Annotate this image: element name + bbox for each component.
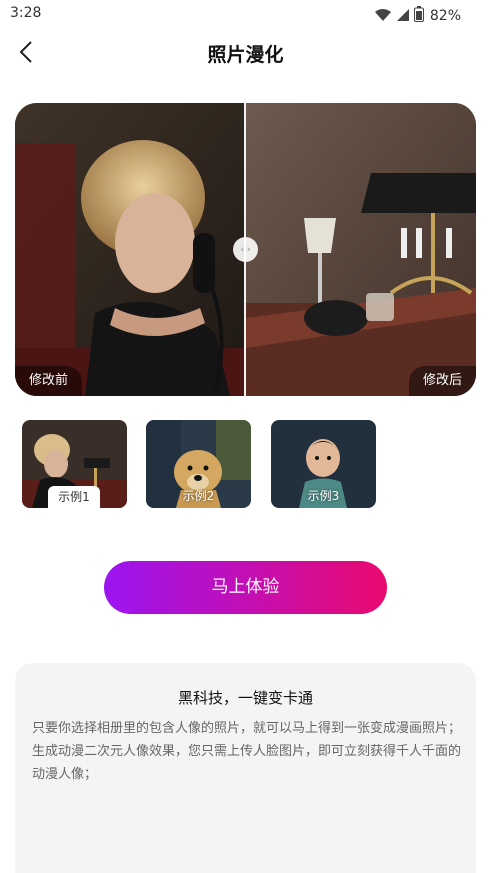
- after-label: 修改后: [408, 366, 476, 396]
- status-icons: 82%: [374, 6, 461, 26]
- info-card: 黑科技，一键变卡通 只要你选择相册里的包含人像的照片，就可以马上得到一张变成漫画…: [15, 663, 476, 873]
- wifi-icon: [374, 7, 392, 26]
- example-thumbnails: 示例1 示例2 示例3: [22, 420, 382, 508]
- status-time: 3:28: [10, 5, 42, 21]
- example-label-2: 示例2: [182, 489, 215, 503]
- before-image: [15, 103, 245, 396]
- battery-icon: [413, 6, 424, 26]
- example-thumb-2[interactable]: 示例2: [146, 420, 251, 508]
- battery-percent: 82%: [429, 8, 461, 24]
- info-body: 只要你选择相册里的包含人像的照片，就可以马上得到一张变成漫画照片； 生成动漫二次…: [32, 717, 462, 786]
- example-thumb-3[interactable]: 示例3: [271, 420, 376, 508]
- example-label-1: 示例1: [48, 486, 100, 508]
- compare-slider-icon[interactable]: ‹ ›: [233, 237, 258, 262]
- info-title: 黑科技，一键变卡通: [177, 689, 313, 707]
- info-paragraph: 生成动漫二次元人像效果，您只需上传人脸图片，即可立刻获得千人千面的动漫人像；: [32, 744, 462, 782]
- try-now-button[interactable]: 马上体验: [104, 561, 387, 614]
- info-paragraph: 只要你选择相册里的包含人像的照片，就可以马上得到一张变成漫画照片；: [32, 721, 462, 736]
- signal-icon: [396, 7, 410, 26]
- status-bar: 3:28 82%: [0, 0, 491, 30]
- example-thumb-1[interactable]: 示例1: [22, 420, 127, 508]
- after-image: [246, 103, 476, 396]
- nav-bar: 照片漫化: [0, 30, 491, 76]
- before-label: 修改前: [15, 366, 83, 396]
- page-title: 照片漫化: [207, 44, 284, 66]
- before-after-compare[interactable]: ‹ › 修改前 修改后: [15, 103, 476, 396]
- example-label-3: 示例3: [307, 489, 340, 503]
